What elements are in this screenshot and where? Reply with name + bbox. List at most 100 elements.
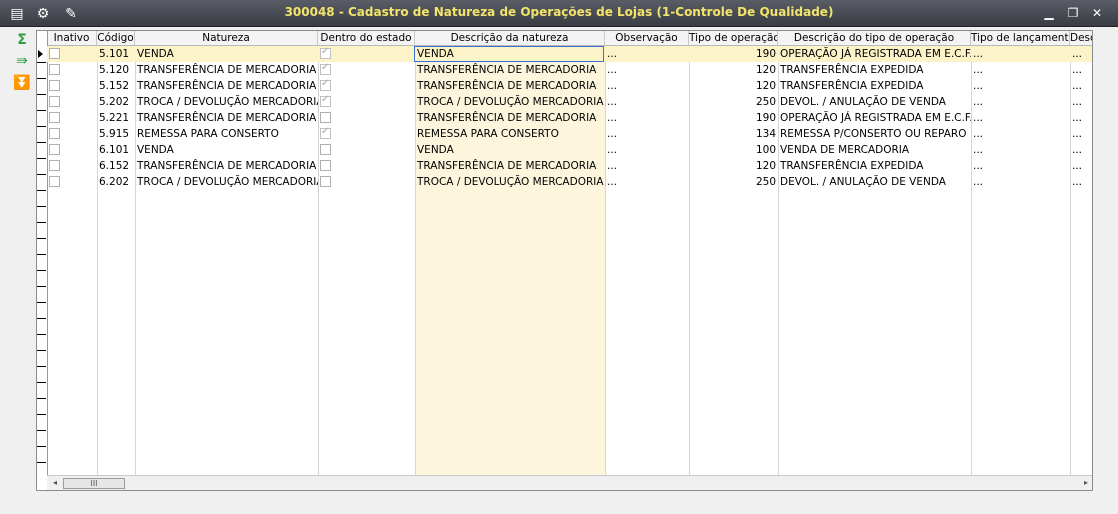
- col-inativo[interactable]: Inativo: [47, 31, 97, 45]
- table-row[interactable]: 5.152 TRANSFERÊNCIA DE MERCADORIA TRANSFER…: [47, 78, 1092, 94]
- col-tipo-operacao[interactable]: Tipo de operação: [689, 31, 778, 45]
- inativo-checkbox[interactable]: [49, 160, 60, 171]
- descricao-natureza-cell: TRANSFERÊNCIA DE MERCADORIA: [417, 64, 597, 76]
- observacao-cell[interactable]: ...: [605, 46, 689, 62]
- desc-cell[interactable]: ...: [1070, 174, 1092, 190]
- inativo-checkbox[interactable]: [49, 64, 60, 75]
- dentro-estado-checkbox[interactable]: [320, 46, 331, 59]
- descricao-natureza-cell: TROCA / DEVOLUÇÃO MERCADORIA: [417, 96, 604, 108]
- col-descricao-natureza[interactable]: Descrição da natureza: [415, 31, 605, 45]
- arrow-down-icon[interactable]: ⏬: [13, 75, 31, 91]
- col-descricao-tipo[interactable]: Descrição do tipo de operação: [778, 31, 971, 45]
- col-dentro-estado[interactable]: Dentro do estado: [318, 31, 415, 45]
- table-row[interactable]: 6.101 VENDA VENDA... 100 VENDA DE MERCADORIA…: [47, 142, 1092, 158]
- scroll-right-icon[interactable]: ▸: [1080, 477, 1092, 489]
- inativo-checkbox[interactable]: [49, 96, 60, 107]
- row-indicator-tick: [37, 126, 46, 127]
- observacao-cell[interactable]: ...: [605, 126, 689, 142]
- desc-cell[interactable]: ...: [1070, 78, 1092, 94]
- natureza-cell: TRANSFERÊNCIA DE MERCADORIA: [137, 160, 317, 172]
- col-desc[interactable]: Desc: [1070, 31, 1092, 45]
- row-indicator-tick: [37, 254, 46, 255]
- menu-icon[interactable]: ▤: [8, 5, 26, 23]
- tipo-lancamento-cell[interactable]: ...: [971, 94, 1070, 110]
- observacao-cell[interactable]: ...: [605, 174, 689, 190]
- observacao-cell[interactable]: ...: [605, 62, 689, 78]
- observacao-cell[interactable]: ...: [605, 142, 689, 158]
- descricao-tipo-cell: OPERAÇÃO JÁ REGISTRADA EM E.C.F.: [780, 112, 971, 124]
- tipo-lancamento-cell[interactable]: ...: [971, 174, 1070, 190]
- dentro-estado-checkbox[interactable]: [320, 78, 331, 91]
- tipo-operacao-cell: 250: [755, 96, 776, 108]
- descricao-natureza-cell: TRANSFERÊNCIA DE MERCADORIA: [417, 160, 597, 172]
- desc-cell[interactable]: ...: [1070, 94, 1092, 110]
- col-codigo[interactable]: Código: [97, 31, 135, 45]
- tipo-lancamento-cell[interactable]: ...: [971, 110, 1070, 126]
- dentro-estado-checkbox[interactable]: [320, 176, 331, 187]
- table-row[interactable]: 6.152 TRANSFERÊNCIA DE MERCADORIA TRANSFER…: [47, 158, 1092, 174]
- minimize-button[interactable]: ▁: [1040, 5, 1058, 21]
- inativo-checkbox[interactable]: [49, 128, 60, 139]
- inativo-checkbox[interactable]: [49, 144, 60, 155]
- observacao-cell[interactable]: ...: [605, 110, 689, 126]
- col-observacao[interactable]: Observação: [605, 31, 689, 45]
- table-row[interactable]: 5.120 TRANSFERÊNCIA DE MERCADORIA TRANSFER…: [47, 62, 1092, 78]
- row-indicator-tick: [37, 222, 46, 223]
- wrench-icon[interactable]: ✎: [62, 5, 80, 23]
- tipo-operacao-cell: 120: [755, 80, 776, 92]
- descricao-tipo-cell: VENDA DE MERCADORIA: [780, 144, 910, 156]
- dentro-estado-checkbox[interactable]: [320, 94, 331, 107]
- tipo-lancamento-cell[interactable]: ...: [971, 46, 1070, 62]
- row-indicator-tick: [37, 286, 46, 287]
- desc-cell[interactable]: ...: [1070, 126, 1092, 142]
- row-indicator-tick: [37, 318, 46, 319]
- observacao-cell[interactable]: ...: [605, 158, 689, 174]
- inativo-checkbox[interactable]: [49, 176, 60, 187]
- inativo-checkbox[interactable]: [49, 48, 60, 59]
- codigo-cell: 5.221: [99, 112, 130, 124]
- inativo-checkbox[interactable]: [49, 112, 60, 123]
- grid-header: Inativo Código Natureza Dentro do estado…: [37, 31, 1092, 46]
- table-row[interactable]: 5.221 TRANSFERÊNCIA DE MERCADORIA TRANSFER…: [47, 110, 1092, 126]
- dentro-estado-checkbox[interactable]: [320, 112, 331, 123]
- tipo-lancamento-cell[interactable]: ...: [971, 142, 1070, 158]
- export-icon[interactable]: ⇛: [13, 53, 31, 69]
- tipo-lancamento-cell[interactable]: ...: [971, 78, 1070, 94]
- desc-cell[interactable]: ...: [1070, 158, 1092, 174]
- inativo-checkbox[interactable]: [49, 80, 60, 91]
- observacao-cell[interactable]: ...: [605, 78, 689, 94]
- row-indicator-tick: [37, 158, 46, 159]
- tipo-lancamento-cell[interactable]: ...: [971, 62, 1070, 78]
- horizontal-scrollbar[interactable]: ◂ III ▸: [47, 475, 1092, 490]
- sigma-icon[interactable]: Σ: [13, 32, 31, 48]
- scroll-left-icon[interactable]: ◂: [49, 477, 61, 489]
- desc-cell[interactable]: ...: [1070, 110, 1092, 126]
- row-indicator-tick: [37, 366, 46, 367]
- descricao-tipo-cell: TRANSFERÊNCIA EXPEDIDA: [780, 160, 924, 172]
- desc-cell[interactable]: ...: [1070, 46, 1092, 62]
- observacao-cell[interactable]: ...: [605, 94, 689, 110]
- tipo-lancamento-cell[interactable]: ...: [971, 126, 1070, 142]
- tipo-lancamento-cell[interactable]: ...: [971, 158, 1070, 174]
- dentro-estado-checkbox[interactable]: [320, 160, 331, 171]
- table-row[interactable]: 5.202 TROCA / DEVOLUÇÃO MERCADORIA TROCA /…: [47, 94, 1092, 110]
- table-row[interactable]: 6.202 TROCA / DEVOLUÇÃO MERCADORIA TROCA /…: [47, 174, 1092, 190]
- dentro-estado-checkbox[interactable]: [320, 62, 331, 75]
- restore-button[interactable]: ❐: [1064, 5, 1082, 21]
- scroll-thumb[interactable]: III: [63, 478, 125, 489]
- row-indicator-tick: [37, 62, 46, 63]
- desc-cell[interactable]: ...: [1070, 142, 1092, 158]
- table-row[interactable]: 5.915 REMESSA PARA CONSERTO REMESSA PARA C…: [47, 126, 1092, 142]
- col-tipo-lancamento[interactable]: Tipo de lançamento: [971, 31, 1070, 45]
- row-indicator-tick: [37, 238, 46, 239]
- dentro-estado-checkbox[interactable]: [320, 126, 331, 139]
- table-row[interactable]: 5.101VENDAVENDA...190OPERAÇÃO JÁ REGISTR…: [47, 46, 1092, 62]
- close-button[interactable]: ✕: [1088, 5, 1106, 21]
- left-toolbar: Σ ⇛ ⏬: [0, 27, 36, 514]
- row-indicator-tick: [37, 350, 46, 351]
- desc-cell[interactable]: ...: [1070, 62, 1092, 78]
- dentro-estado-checkbox[interactable]: [320, 144, 331, 155]
- traffic-light-icon[interactable]: ⚙: [34, 5, 52, 23]
- descricao-natureza-cell: REMESSA PARA CONSERTO: [417, 128, 559, 140]
- col-natureza[interactable]: Natureza: [135, 31, 318, 45]
